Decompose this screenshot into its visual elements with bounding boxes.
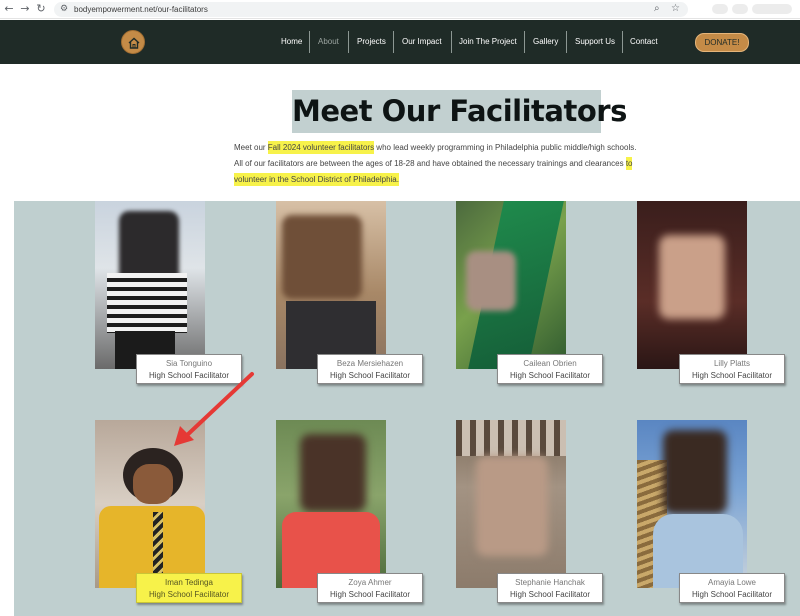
forward-icon[interactable]: → xyxy=(18,2,32,16)
nav-projects[interactable]: Projects xyxy=(357,32,386,52)
bookmark-star-icon[interactable]: ☆ xyxy=(671,2,680,16)
nav-support-us[interactable]: Support Us xyxy=(575,32,615,52)
facilitator-photo xyxy=(637,201,747,369)
site-header: Home About Projects Our Impact Join The … xyxy=(0,20,800,64)
nav-join-the-project[interactable]: Join The Project xyxy=(459,32,517,52)
facilitator-name: Iman Tedinga xyxy=(165,578,213,587)
facilitator-caption: Stephanie Hanchak High School Facilitato… xyxy=(497,573,603,603)
facilitator-name: Zoya Ahmer xyxy=(348,578,392,587)
extension-icon[interactable] xyxy=(712,4,728,14)
intro-text: Meet our xyxy=(234,143,268,152)
home-icon xyxy=(128,37,140,49)
photo-detail xyxy=(456,420,566,456)
blurred-face xyxy=(476,456,548,556)
nav-contact[interactable]: Contact xyxy=(630,32,658,52)
facilitator-role: High School Facilitator xyxy=(509,371,591,380)
nav-divider xyxy=(309,31,310,53)
nav-home[interactable]: Home xyxy=(281,32,302,52)
facilitator-role: High School Facilitator xyxy=(691,590,773,599)
reload-icon[interactable]: ↻ xyxy=(34,2,48,16)
facilitator-role: High School Facilitator xyxy=(509,590,591,599)
blurred-face xyxy=(300,434,366,512)
nav-divider xyxy=(622,31,623,53)
zoom-icon[interactable]: ⌕ xyxy=(654,2,660,16)
annotation-arrow-icon xyxy=(174,372,254,446)
address-bar[interactable]: ⚙ bodyempowerment.net/our-facilitators xyxy=(54,2,688,17)
intro-highlight: Fall 2024 volunteer facilitators xyxy=(267,141,375,154)
photo-detail xyxy=(133,464,173,504)
nav-about[interactable]: About xyxy=(318,32,339,52)
extension-icon[interactable] xyxy=(732,4,748,14)
facilitator-role: High School Facilitator xyxy=(148,590,230,599)
photo-detail xyxy=(107,273,187,333)
blurred-face xyxy=(282,215,362,299)
nav-our-impact[interactable]: Our Impact xyxy=(402,32,442,52)
facilitator-name: Cailean Obrien xyxy=(523,359,577,368)
facilitator-name: Lilly Platts xyxy=(713,359,750,368)
home-button[interactable] xyxy=(121,30,145,54)
profile-icon[interactable] xyxy=(752,4,792,14)
browser-toolbar: ← → ↻ ⚙ bodyempowerment.net/our-facilita… xyxy=(0,0,800,19)
facilitator-caption: Beza Mersiehazen High School Facilitator xyxy=(317,354,423,384)
facilitator-photo xyxy=(456,201,566,369)
nav-divider xyxy=(566,31,567,53)
facilitator-name: Sia Tonguino xyxy=(165,359,213,368)
facilitator-name: Beza Mersiehazen xyxy=(336,359,404,368)
facilitator-role: High School Facilitator xyxy=(691,371,773,380)
facilitator-caption: Lilly Platts High School Facilitator xyxy=(679,354,785,384)
facilitator-name: Amayia Lowe xyxy=(707,578,757,587)
back-icon[interactable]: ← xyxy=(2,2,16,16)
nav-divider xyxy=(393,31,394,53)
facilitator-caption-highlighted: Iman Tedinga High School Facilitator xyxy=(136,573,242,603)
nav-divider xyxy=(348,31,349,53)
site-info-icon[interactable]: ⚙ xyxy=(60,3,68,16)
intro-paragraph: Meet our Fall 2024 volunteer facilitator… xyxy=(234,140,639,188)
facilitator-photo xyxy=(95,201,205,369)
blurred-face xyxy=(659,235,725,319)
page-title: Meet Our Facilitators xyxy=(292,90,627,133)
facilitator-photo xyxy=(456,420,566,588)
url-text[interactable]: bodyempowerment.net/our-facilitators xyxy=(74,2,208,17)
donate-button[interactable]: DONATE! xyxy=(695,33,749,52)
facilitator-photo xyxy=(276,420,386,588)
blurred-face xyxy=(663,430,727,514)
blurred-face xyxy=(466,251,516,311)
facilitator-caption: Cailean Obrien High School Facilitator xyxy=(497,354,603,384)
facilitator-caption: Amayia Lowe High School Facilitator xyxy=(679,573,785,603)
nav-divider xyxy=(451,31,452,53)
facilitator-photo xyxy=(276,201,386,369)
facilitator-caption: Zoya Ahmer High School Facilitator xyxy=(317,573,423,603)
facilitator-role: High School Facilitator xyxy=(329,590,411,599)
facilitator-role: High School Facilitator xyxy=(329,371,411,380)
nav-divider xyxy=(524,31,525,53)
facilitator-photo xyxy=(637,420,747,588)
facilitator-name: Stephanie Hanchak xyxy=(515,578,585,587)
nav-gallery[interactable]: Gallery xyxy=(533,32,558,52)
